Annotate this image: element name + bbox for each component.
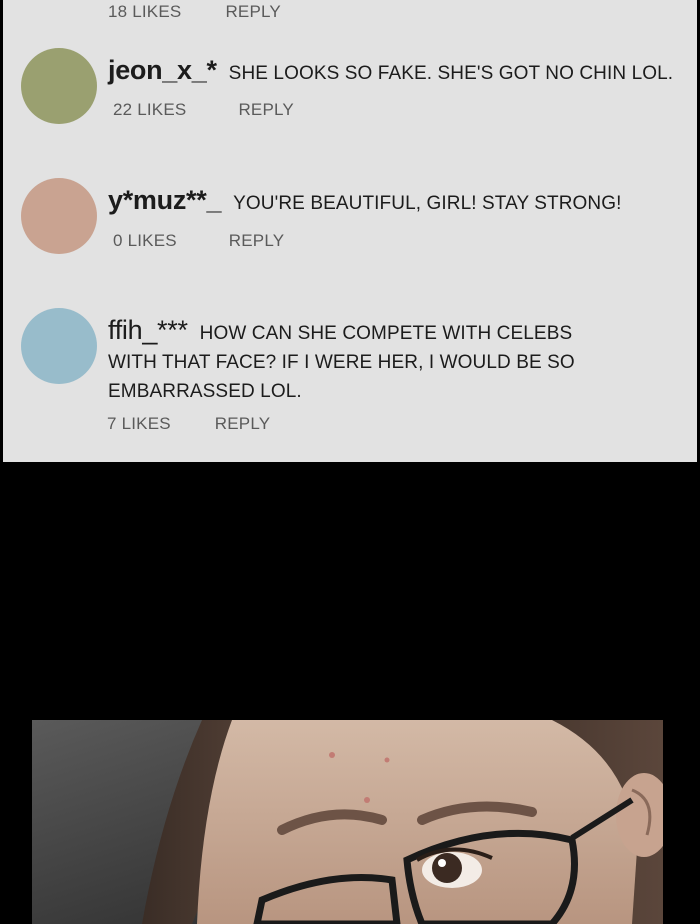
likes-count: 7 LIKES — [107, 414, 171, 433]
avatar — [21, 308, 97, 384]
likes-count: 18 LIKES — [108, 2, 182, 21]
reply-link[interactable]: REPLY — [238, 100, 294, 120]
top-comment-meta: 18 LIKES REPLY — [108, 2, 281, 22]
comment-body: SHE LOOKS SO FAKE. SHE'S GOT NO CHIN LOL… — [228, 63, 674, 84]
face-illustration — [32, 720, 663, 924]
comment-text: ffih_*** HOW CAN SHE COMPETE WITH CELEBS … — [108, 316, 617, 406]
comment-text: jeon_x_* SHE LOOKS SO FAKE. SHE'S GOT NO … — [108, 56, 677, 88]
username[interactable]: y*muz**_ — [108, 185, 221, 215]
comment-meta: 7 LIKES REPLY — [107, 414, 270, 434]
avatar — [21, 48, 97, 124]
reply-link[interactable]: REPLY — [225, 2, 281, 22]
reply-link[interactable]: REPLY — [229, 231, 285, 251]
likes-count: 22 LIKES — [113, 100, 187, 119]
comment-meta: 22 LIKES REPLY — [113, 100, 294, 120]
comment-meta: 0 LIKES REPLY — [113, 231, 284, 251]
reply-link[interactable]: REPLY — [215, 414, 271, 434]
avatar — [21, 178, 97, 254]
comment-body: YOU'RE BEAUTIFUL, GIRL! STAY STRONG! — [233, 193, 622, 214]
likes-count: 0 LIKES — [113, 231, 177, 250]
username[interactable]: ffih_*** — [108, 315, 188, 345]
comment-text: y*muz**_ YOU'RE BEAUTIFUL, GIRL! STAY STR… — [108, 186, 677, 218]
comments-panel: 18 LIKES REPLY jeon_x_* SHE LOOKS SO FAKE… — [3, 0, 697, 462]
comic-illustration — [32, 720, 663, 924]
username[interactable]: jeon_x_* — [108, 55, 217, 85]
